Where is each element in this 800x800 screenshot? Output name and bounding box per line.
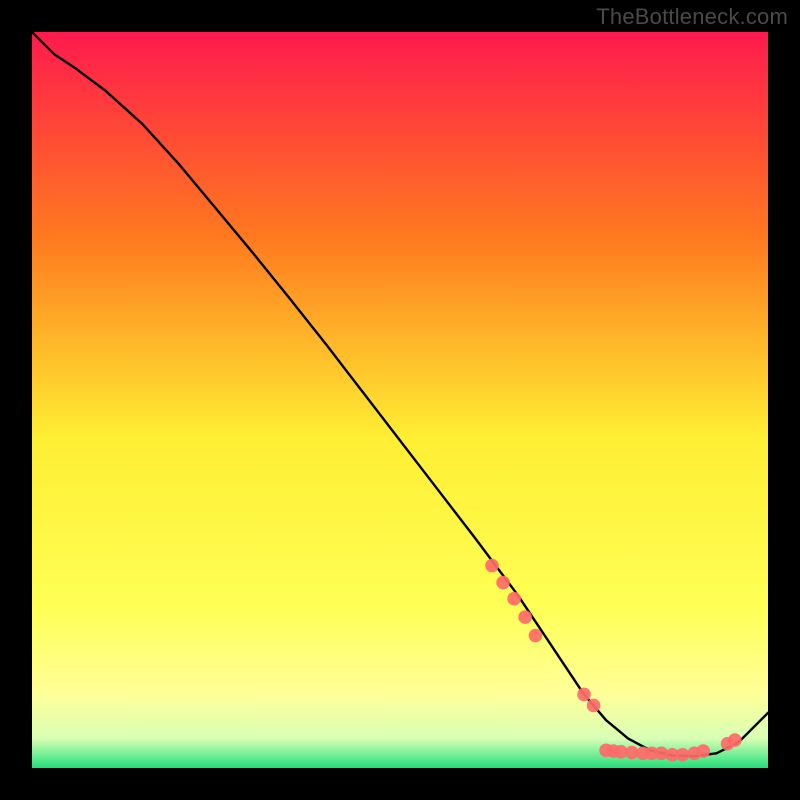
data-point xyxy=(696,744,710,758)
chart-frame: TheBottleneck.com xyxy=(0,0,800,800)
gradient-background xyxy=(32,32,768,768)
data-point xyxy=(485,559,499,573)
data-point xyxy=(676,748,690,762)
data-point xyxy=(587,699,601,713)
data-point xyxy=(518,610,532,624)
data-point xyxy=(577,688,591,702)
plot-area xyxy=(32,32,768,768)
data-point xyxy=(529,629,543,643)
data-point xyxy=(728,733,742,747)
chart-svg xyxy=(32,32,768,768)
data-point xyxy=(496,576,510,590)
data-point xyxy=(507,592,521,606)
watermark-text: TheBottleneck.com xyxy=(596,4,788,30)
